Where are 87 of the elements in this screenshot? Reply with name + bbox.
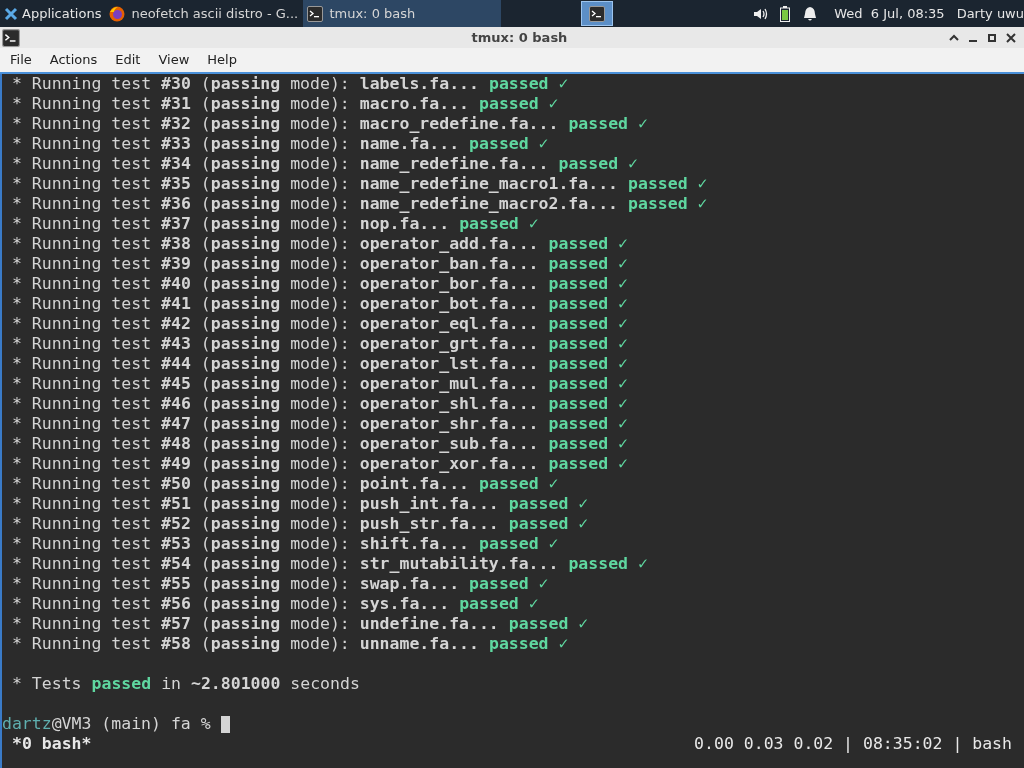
menu-item[interactable]: View (158, 50, 190, 70)
terminal-line: * Running test #47 (passing mode): operator_shr.fa... (12, 414, 539, 434)
test-result: passed ✓ (508, 614, 589, 634)
cursor (220, 715, 230, 733)
test-result: passed ✓ (508, 494, 589, 514)
maximize-icon[interactable] (987, 32, 997, 43)
prompt-user: dartz (2, 714, 52, 734)
terminal-line: in ~2.801000 seconds (161, 674, 360, 694)
terminal-icon (589, 5, 606, 22)
test-result: passed ✓ (548, 294, 629, 314)
user-name[interactable]: Darty uwu (956, 3, 1024, 24)
terminal-line: * Running test #42 (passing mode): operator_eql.fa... (12, 314, 539, 334)
test-result: passed ✓ (479, 534, 559, 554)
shade-icon[interactable] (949, 32, 959, 43)
test-result: passed ✓ (548, 334, 629, 354)
bell-icon[interactable] (802, 5, 819, 22)
test-result: passed ✓ (548, 414, 629, 434)
test-result: passed ✓ (488, 74, 569, 94)
test-result: passed ✓ (568, 114, 648, 134)
terminal-line: * Running test #52 (passing mode): push_str.fa... (12, 514, 499, 534)
terminal-line: * Running test #46 (passing mode): operator_shl.fa... (12, 394, 539, 414)
browser-icon (109, 5, 126, 22)
menu-item[interactable]: Actions (49, 50, 98, 70)
test-result: passed ✓ (548, 394, 629, 414)
terminal-line: * Running test #39 (passing mode): operator_ban.fa... (12, 254, 539, 274)
test-result: passed ✓ (548, 434, 629, 454)
terminal-line: * Running test #44 (passing mode): operator_lst.fa... (12, 354, 539, 374)
prompt-text: @VM3 (main) fa % (51, 714, 211, 734)
terminal-line: * Running test #37 (passing mode): nop.fa... (12, 214, 450, 234)
test-result: passed ✓ (558, 154, 638, 174)
terminal-line: * Running test #50 (passing mode): point.fa... (12, 474, 469, 494)
menu-item[interactable]: Help (207, 50, 237, 70)
terminal-line: * Running test #55 (passing mode): swap.fa... (12, 574, 460, 594)
terminal-icon (2, 28, 20, 47)
terminal-line: * Running test #48 (passing mode): operator_sub.fa... (12, 434, 539, 454)
menu-item[interactable]: File (10, 50, 32, 70)
test-status: passed (91, 674, 152, 694)
tmux-window-tab[interactable]: *0 bash* (12, 734, 92, 754)
window-title: tmux: 0 bash (471, 28, 568, 47)
terminal-line: * Running test #49 (passing mode): operator_xor.fa... (12, 454, 539, 474)
test-result: passed ✓ (469, 134, 549, 154)
test-result: passed ✓ (568, 554, 648, 574)
workspace-button[interactable] (581, 1, 614, 26)
taskbar-item[interactable]: tmux: 0 bash (303, 0, 502, 27)
test-result: passed ✓ (548, 254, 629, 274)
terminal-icon (307, 5, 324, 22)
terminal-line: * Running test #40 (passing mode): operator_bor.fa... (12, 274, 539, 294)
test-result: passed ✓ (548, 374, 629, 394)
test-result: passed ✓ (548, 314, 629, 334)
applications-menu[interactable]: Applications (0, 0, 106, 27)
terminal-line: * Running test #51 (passing mode): push_int.fa... (12, 494, 499, 514)
test-result: passed ✓ (628, 174, 708, 194)
terminal-line: * Running test #38 (passing mode): operator_add.fa... (12, 234, 539, 254)
terminal-line: * Running test #58 (passing mode): unname.fa... (12, 634, 479, 654)
menu-item[interactable]: Edit (115, 50, 141, 70)
terminal-line: * Running test #31 (passing mode): macro.fa... (12, 94, 469, 114)
test-result: passed ✓ (508, 514, 589, 534)
test-result: passed ✓ (479, 474, 559, 494)
battery-icon[interactable] (780, 5, 791, 22)
terminal-line: * Running test #32 (passing mode): macro_redefine.fa... (12, 114, 559, 134)
test-result: passed ✓ (479, 94, 559, 114)
test-result: passed ✓ (548, 454, 629, 474)
test-result: passed ✓ (469, 574, 549, 594)
terminal-line: * Running test #53 (passing mode): shift.fa... (12, 534, 469, 554)
terminal-line: * Running test #35 (passing mode): name_redefine_macro1.fa... (12, 174, 618, 194)
tmux-status-info: 0.00 0.03 0.02 | 08:35:02 | bash (694, 734, 1012, 754)
test-result: passed ✓ (548, 234, 629, 254)
terminal-line: * Running test #33 (passing mode): name.fa... (12, 134, 460, 154)
close-x-logo-icon (4, 6, 18, 21)
terminal-line: * Running test #36 (passing mode): name_redefine_macro2.fa... (12, 194, 618, 214)
test-result: passed ✓ (548, 274, 629, 294)
terminal-line: * Running test #41 (passing mode): operator_bot.fa... (12, 294, 539, 314)
test-result: passed ✓ (628, 194, 708, 214)
terminal-line: * Running test #45 (passing mode): operator_mul.fa... (12, 374, 539, 394)
terminal-line: * Running test #43 (passing mode): operator_grt.fa... (12, 334, 539, 354)
test-result: passed ✓ (548, 354, 629, 374)
clock[interactable]: Wed 6 Jul, 08:35 (834, 3, 945, 24)
terminal-line: * Running test #54 (passing mode): str_mutability.fa... (12, 554, 559, 574)
terminal-line: * Running test #56 (passing mode): sys.fa... (12, 594, 450, 614)
test-result: passed ✓ (459, 594, 539, 614)
terminal-line: * Running test #30 (passing mode): labels.fa... (12, 74, 479, 94)
test-result: passed ✓ (488, 634, 569, 654)
close-icon[interactable] (1006, 32, 1016, 43)
terminal-line: * Running test #57 (passing mode): undefine.fa... (12, 614, 499, 634)
terminal-line: * Tests (12, 674, 82, 694)
test-result: passed ✓ (459, 214, 539, 234)
terminal-line: * Running test #34 (passing mode): name_redefine.fa... (12, 154, 549, 174)
